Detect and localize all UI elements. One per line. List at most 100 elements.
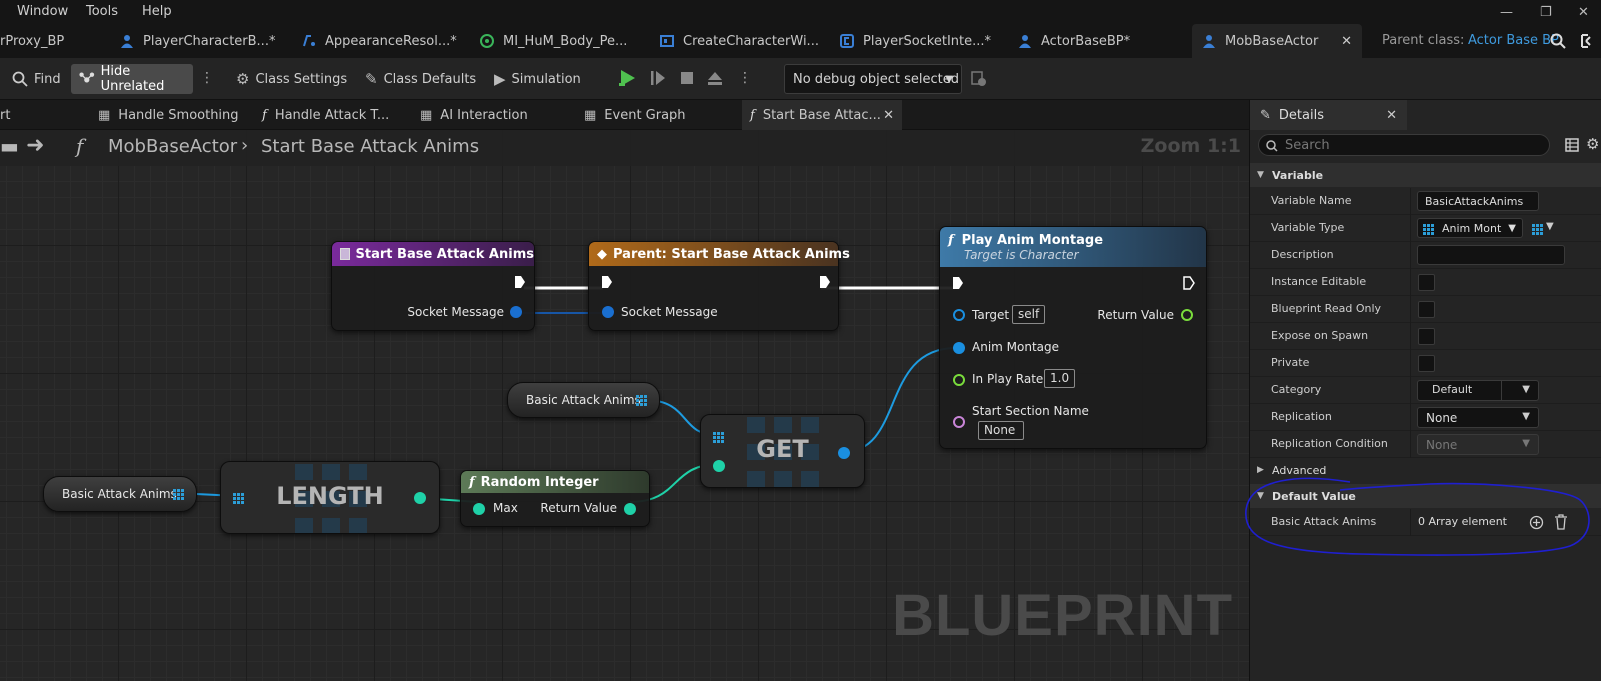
variable-section-header[interactable]: ▼ Variable (1250, 163, 1601, 187)
tab-handle-smoothing[interactable]: ▦ Handle Smoothing (98, 100, 239, 130)
random-integer-node[interactable]: f Random Integer Max Return Value (460, 470, 650, 527)
target-pin[interactable] (953, 309, 965, 321)
details-tab-label: Details (1278, 107, 1324, 123)
tab-event-graph[interactable]: ▦ Event Graph (584, 100, 686, 130)
panel-layout-icon[interactable] (1580, 33, 1596, 49)
array-get-node[interactable]: GET (700, 414, 865, 488)
pin-label: Start Section Name (972, 404, 1089, 418)
pencil-icon: ✎ (1260, 107, 1271, 123)
find-button[interactable]: Find (4, 64, 69, 94)
close-tab-icon[interactable]: ✕ (883, 108, 894, 123)
replication-select[interactable]: None ▼ (1417, 407, 1539, 428)
exec-out-pin[interactable] (514, 275, 526, 289)
return-value-pin[interactable] (1181, 309, 1193, 321)
array-in-pin[interactable] (233, 493, 244, 504)
stop-icon[interactable] (677, 68, 697, 88)
container-type-icon[interactable] (1532, 224, 1543, 235)
section-name-pin[interactable] (953, 416, 965, 428)
play-rate-pin[interactable] (953, 374, 965, 386)
play-anim-montage-node[interactable]: f Play Anim Montage Target is Character T… (939, 226, 1207, 449)
minimize-icon[interactable]: — (1500, 5, 1513, 20)
tab-create-character-widget[interactable]: CreateCharacterWi... (660, 24, 819, 58)
hide-unrelated-button[interactable]: Hide Unrelated (71, 64, 193, 94)
details-tab[interactable]: ✎ Details ✕ (1250, 100, 1407, 130)
prop-label: Private (1271, 356, 1310, 369)
class-settings-button[interactable]: ⚙ Class Settings (228, 64, 355, 94)
play-options-icon[interactable]: ⋮ (738, 70, 752, 86)
class-defaults-button[interactable]: ✎ Class Defaults (357, 64, 484, 94)
search-icon[interactable] (1550, 33, 1566, 49)
debug-object-select[interactable]: No debug object selected ▼ (784, 64, 962, 94)
section-name-value[interactable]: None (978, 421, 1024, 440)
description-field[interactable] (1417, 245, 1565, 265)
play-icon[interactable] (617, 68, 637, 88)
expose-on-spawn-checkbox[interactable] (1418, 328, 1435, 345)
pin-label: Anim Montage (972, 340, 1060, 354)
details-search-input[interactable]: Search (1258, 134, 1550, 156)
maximize-icon[interactable]: ❐ (1540, 5, 1552, 20)
tab-handle-attack[interactable]: f Handle Attack T... (262, 100, 389, 130)
target-default-value[interactable]: self (1012, 305, 1046, 324)
array-in-pin[interactable] (713, 432, 724, 443)
instance-editable-checkbox[interactable] (1418, 274, 1435, 291)
length-out-pin[interactable] (414, 492, 426, 504)
tab-actor-base-bp[interactable]: ActorBaseBP* (1018, 24, 1130, 58)
category-value[interactable]: Default (1418, 381, 1502, 400)
debug-filter-icon[interactable] (970, 70, 988, 88)
socket-message-pin[interactable] (602, 306, 614, 318)
close-tab-icon[interactable]: ✕ (1386, 108, 1397, 123)
play-rate-value[interactable]: 1.0 (1044, 369, 1076, 388)
anim-montage-pin[interactable] (953, 342, 965, 354)
eject-icon[interactable] (705, 68, 725, 88)
more-options-icon[interactable]: ⋮ (200, 70, 214, 86)
pin-label: In Play Rate (972, 372, 1044, 386)
tab-player-character[interactable]: PlayerCharacterB...* (120, 24, 275, 58)
parent-call-node[interactable]: ◆ Parent: Start Base Attack Anims Socket… (588, 241, 850, 331)
table-view-icon[interactable] (1565, 138, 1579, 152)
pin-label: Socket Message (621, 305, 718, 319)
tab-graph-rt[interactable]: rt (0, 100, 10, 130)
parent-class-link[interactable]: Actor Base BP (1468, 33, 1559, 48)
array-pin-icon[interactable] (173, 488, 184, 500)
chevron-down-icon[interactable]: ▼ (1546, 221, 1554, 232)
close-window-icon[interactable]: ✕ (1578, 5, 1589, 20)
tab-player-socket-interface[interactable]: PlayerSocketInte...* (840, 24, 991, 58)
tab-appearance-resolver[interactable]: AppearanceResol...* (302, 24, 457, 58)
max-pin[interactable] (473, 503, 485, 515)
menu-tools[interactable]: Tools (86, 4, 118, 19)
tab-start-base-attack[interactable]: f Start Base Attac... ✕ (742, 100, 902, 130)
exec-in-pin[interactable] (952, 276, 964, 290)
simulation-button[interactable]: ▶ Simulation (486, 64, 589, 94)
menu-window[interactable]: Window (17, 4, 68, 19)
document-tab-bar: rProxy_BP PlayerCharacterB...* Appearanc… (0, 24, 1601, 58)
private-checkbox[interactable] (1418, 355, 1435, 372)
function-entry-node[interactable]: Start Base Attack Anims Socket Message (331, 241, 535, 331)
step-icon[interactable] (648, 68, 668, 88)
return-value-pin[interactable] (624, 503, 636, 515)
item-out-pin[interactable] (838, 447, 850, 459)
variable-get-node[interactable]: Basic Attack Anims (507, 382, 660, 418)
node-title: LENGTH (276, 482, 384, 510)
read-only-checkbox[interactable] (1418, 301, 1435, 318)
tab-ai-interaction[interactable]: ▦ AI Interaction (420, 100, 528, 130)
blueprint-graph-canvas[interactable]: ▬ ➜ f MobBaseActor › Start Base Attack A… (0, 130, 1249, 681)
tab-material-instance[interactable]: MI_HuM_Body_Pe... (480, 24, 627, 58)
prop-label: Blueprint Read Only (1271, 302, 1382, 315)
edit-defaults-icon: ✎ (365, 70, 378, 88)
array-length-node[interactable]: LENGTH (220, 461, 440, 534)
index-pin[interactable] (713, 460, 725, 472)
exec-in-pin[interactable] (601, 275, 613, 289)
variable-get-node[interactable]: Basic Attack Anims (43, 476, 197, 512)
exec-out-pin[interactable] (1183, 276, 1195, 290)
close-tab-icon[interactable]: ✕ (1341, 34, 1352, 49)
menu-help[interactable]: Help (142, 4, 172, 19)
tab-proxy-bp[interactable]: rProxy_BP (0, 24, 64, 58)
exec-out-pin[interactable] (819, 275, 831, 289)
socket-message-pin[interactable] (510, 306, 522, 318)
array-pin-icon[interactable] (636, 394, 647, 406)
tab-mob-base-actor[interactable]: MobBaseActor ✕ (1192, 24, 1362, 58)
category-select[interactable]: Default ▼ (1417, 380, 1539, 401)
gear-icon[interactable]: ⚙ (1586, 135, 1599, 153)
variable-name-field[interactable]: BasicAttackAnims (1417, 191, 1539, 211)
pin-label: Return Value (540, 501, 617, 515)
